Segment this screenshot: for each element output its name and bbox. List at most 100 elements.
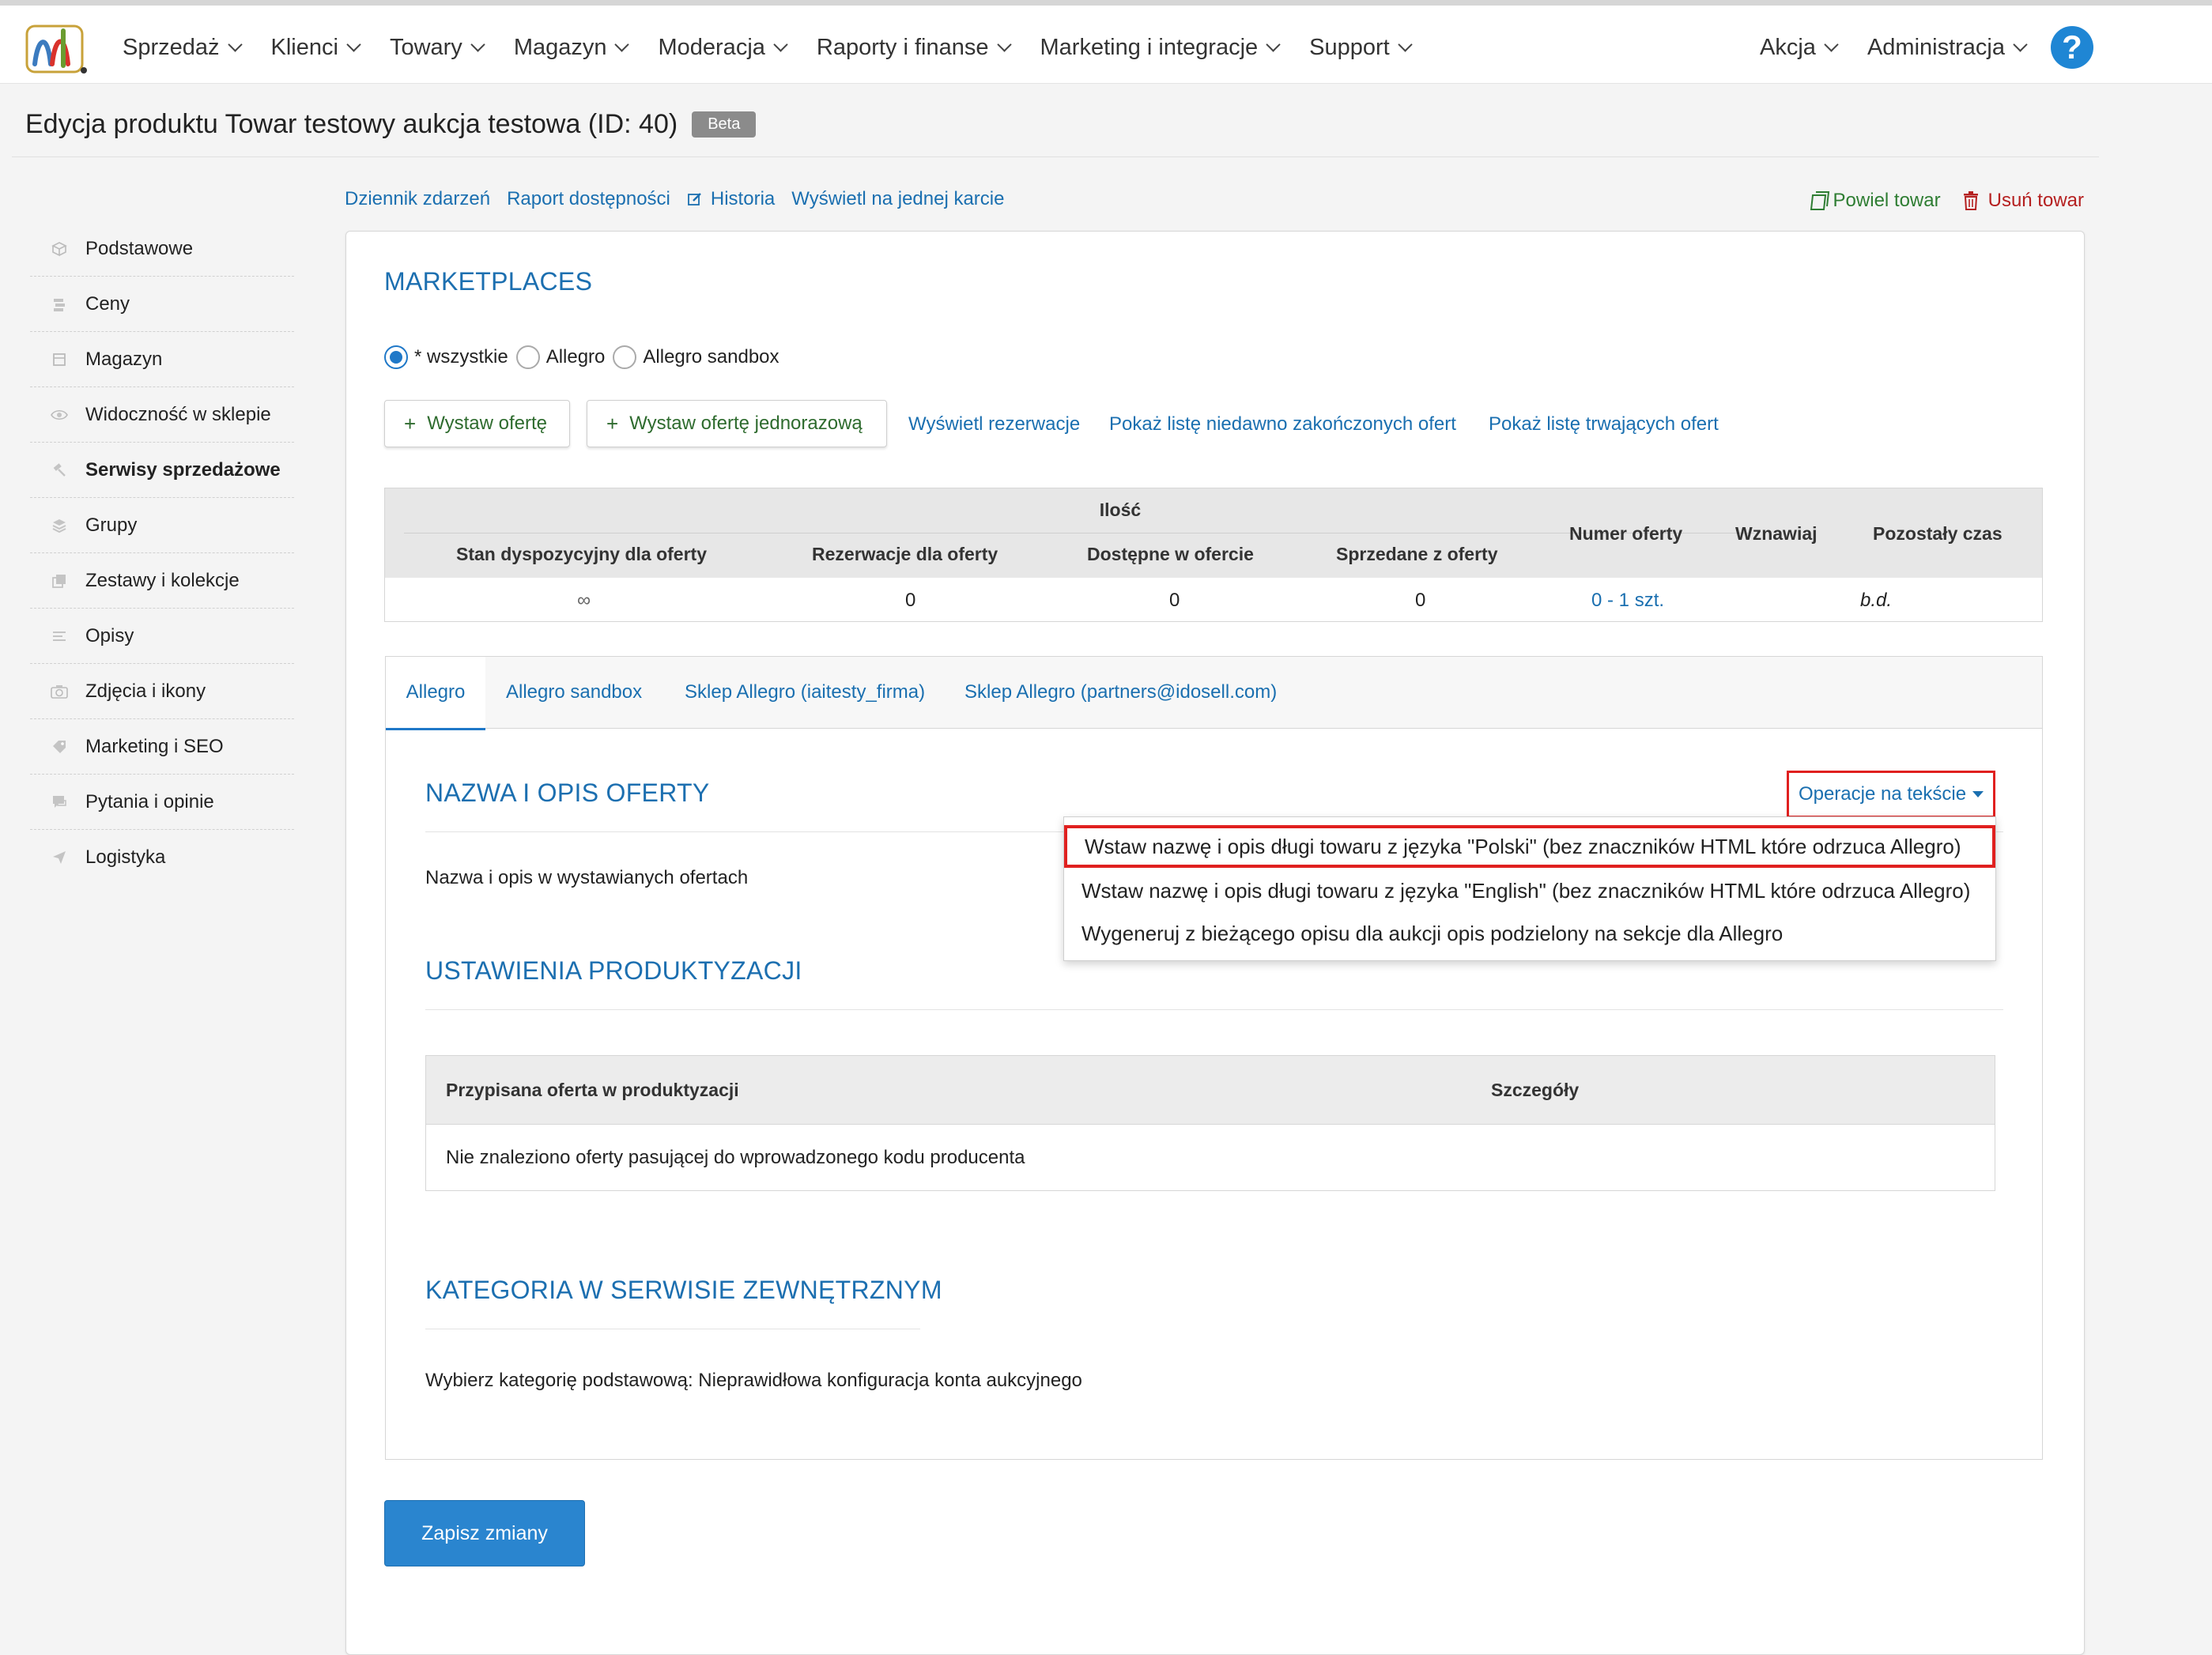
create-offer-button[interactable]: + Wystaw ofertę <box>384 400 570 447</box>
single-card-link[interactable]: Wyświetl na jednej karcie <box>791 188 1004 210</box>
chevron-down-icon <box>1398 36 1413 52</box>
nav-klienci[interactable]: Klienci <box>271 35 361 61</box>
show-reservations-link[interactable]: Wyświetl rezerwacje <box>908 413 1080 435</box>
create-offer-label: Wystaw ofertę <box>427 413 548 434</box>
nav-label: Support <box>1309 34 1390 60</box>
tab-sklep-iaitesty[interactable]: Sklep Allegro (iaitesty_firma) <box>685 657 925 728</box>
help-icon[interactable]: ? <box>2051 26 2093 69</box>
nav-administracja[interactable]: Administracja <box>1867 34 2028 61</box>
radio-all-label: * wszystkie <box>414 346 508 368</box>
cell-rezerwacje: 0 <box>905 590 916 611</box>
lines-icon <box>51 628 68 645</box>
chevron-down-icon <box>996 36 1012 52</box>
save-button[interactable]: Zapisz zmiany <box>384 1500 585 1566</box>
nav-sprzedaz[interactable]: Sprzedaż <box>123 34 243 61</box>
nav-moderacja[interactable]: Moderacja <box>658 34 788 61</box>
eye-icon <box>51 406 68 424</box>
category-message: Wybierz kategorię podstawową: Nieprawidł… <box>425 1370 1082 1391</box>
nav-label: Sprzedaż <box>123 34 220 60</box>
radio-all[interactable] <box>384 345 408 369</box>
caret-down-icon <box>1972 791 1984 797</box>
availability-report-link[interactable]: Raport dostępności <box>507 188 670 210</box>
chevron-down-icon <box>1266 36 1281 52</box>
sidebar-item-pytania[interactable]: Pytania i opinie <box>30 775 294 830</box>
recent-offers-link[interactable]: Pokaż listę niedawno zakończonych ofert <box>1109 413 1456 435</box>
sidebar-item-serwisy[interactable]: Serwisy sprzedażowe <box>30 443 294 498</box>
edit-icon <box>687 191 703 207</box>
quantity-group-header: Ilość <box>1099 500 1142 520</box>
nav-label: Moderacja <box>658 34 765 60</box>
title-divider <box>12 156 2099 157</box>
copy-product-link[interactable]: Powiel towar <box>1808 190 1941 212</box>
cell-offer-number-link[interactable]: 0 - 1 szt. <box>1591 590 1664 612</box>
nav-label: Administracja <box>1867 34 2005 60</box>
sidebar-item-podstawowe[interactable]: Podstawowe <box>30 221 294 277</box>
trash-icon <box>1963 191 1979 210</box>
text-operations-label: Operacje na tekście <box>1798 783 1967 805</box>
radio-allegro-sandbox[interactable] <box>613 345 637 369</box>
product-actions: Powiel towar Usuń towar <box>1808 190 2084 212</box>
sidebar-item-magazyn[interactable]: Magazyn <box>30 332 294 387</box>
product-links: Dziennik zdarzeń Raport dostępności Hist… <box>345 188 1021 210</box>
create-single-offer-button[interactable]: + Wystaw ofertę jednorazową <box>587 400 887 447</box>
radio-allegro[interactable] <box>515 345 540 369</box>
col-wznawiaj: Wznawiaj <box>1735 523 1818 544</box>
sidebar-item-label: Pytania i opinie <box>85 790 214 812</box>
sidebar-item-grupy[interactable]: Grupy <box>30 498 294 553</box>
history-link[interactable]: Historia <box>687 188 775 210</box>
box-icon <box>51 351 68 368</box>
ongoing-offers-link[interactable]: Pokaż listę trwających ofert <box>1489 413 1719 435</box>
chevron-down-icon <box>614 36 630 52</box>
nav-support[interactable]: Support <box>1309 34 1413 61</box>
nav-towary[interactable]: Towary <box>390 35 485 61</box>
nav-raporty[interactable]: Raporty i finanse <box>817 35 1012 61</box>
create-single-offer-label: Wystaw ofertę jednorazową <box>629 413 863 434</box>
name-description-label: Nazwa i opis w wystawianych ofertach <box>425 867 749 888</box>
production-empty-message: Nie znaleziono oferty pasującej do wprow… <box>446 1147 1025 1168</box>
coins-icon <box>51 296 68 313</box>
cell-sprzedane: 0 <box>1415 590 1426 611</box>
sidebar-item-opisy[interactable]: Opisy <box>30 609 294 664</box>
nav-magazyn[interactable]: Magazyn <box>514 35 630 61</box>
col-sprzedane: Sprzedane z oferty <box>1336 544 1498 564</box>
menu-insert-english[interactable]: Wstaw nazwę i opis długi towaru z języka… <box>1064 869 1995 912</box>
sidebar-item-ceny[interactable]: Ceny <box>30 277 294 332</box>
nav-akcja[interactable]: Akcja <box>1760 35 1839 61</box>
sidebar-item-zdjecia[interactable]: Zdjęcia i ikony <box>30 664 294 719</box>
cell-stan: ∞ <box>577 590 591 611</box>
menu-generate-sections[interactable]: Wygeneruj z bieżącego opisu dla aukcji o… <box>1064 912 1995 955</box>
delete-product-link[interactable]: Usuń towar <box>1963 190 2084 212</box>
col-czas: Pozostały czas <box>1873 523 2003 544</box>
production-table-header: Przypisana oferta w produktyzacji Szczeg… <box>426 1056 1995 1125</box>
sidebar-item-widocznosc[interactable]: Widoczność w sklepie <box>30 387 294 443</box>
page-header: Edycja produktu Towar testowy aukcja tes… <box>25 109 757 140</box>
chevron-down-icon <box>773 36 788 52</box>
sidebar-item-label: Ceny <box>85 292 130 315</box>
col-dostepne: Dostępne w ofercie <box>1087 544 1254 564</box>
chevron-down-icon <box>2013 36 2028 52</box>
chevron-down-icon <box>1824 36 1839 52</box>
delete-label: Usuń towar <box>1987 190 2084 211</box>
name-section-title: NAZWA I OPIS OFERTY <box>425 778 710 807</box>
production-section-title: USTAWIENIA PRODUKTYZACJI <box>425 956 802 985</box>
sidebar-item-label: Magazyn <box>85 348 163 370</box>
plane-icon <box>51 849 68 866</box>
sidebar-item-zestawy[interactable]: Zestawy i kolekcje <box>30 553 294 609</box>
tab-sklep-partners[interactable]: Sklep Allegro (partners@idosell.com) <box>964 657 1277 728</box>
sidebar-item-marketing[interactable]: Marketing i SEO <box>30 719 294 775</box>
tab-allegro-sandbox[interactable]: Allegro sandbox <box>506 657 642 728</box>
nav-marketing[interactable]: Marketing i integracje <box>1040 35 1281 61</box>
sidebar-item-logistyka[interactable]: Logistyka <box>30 830 294 884</box>
tab-allegro[interactable]: Allegro <box>386 657 485 730</box>
journal-link[interactable]: Dziennik zdarzeń <box>345 188 490 210</box>
text-operations-dropdown[interactable]: Operacje na tekście <box>1787 771 1995 818</box>
sidebar-item-label: Zdjęcia i ikony <box>85 680 206 702</box>
cell-dostepne: 0 <box>1169 590 1180 611</box>
menu-insert-polish[interactable]: Wstaw nazwę i opis długi towaru z języka… <box>1064 825 1995 868</box>
app-logo[interactable] <box>24 21 89 77</box>
product-sidebar: Podstawowe Ceny Magazyn Widoczność w skl… <box>30 221 294 884</box>
section-divider <box>425 1009 2003 1010</box>
chevron-down-icon <box>470 36 485 52</box>
sidebar-item-label: Marketing i SEO <box>85 735 224 757</box>
offers-table-header: Ilość Stan dyspozycyjny dla oferty Rezer… <box>385 488 2042 578</box>
